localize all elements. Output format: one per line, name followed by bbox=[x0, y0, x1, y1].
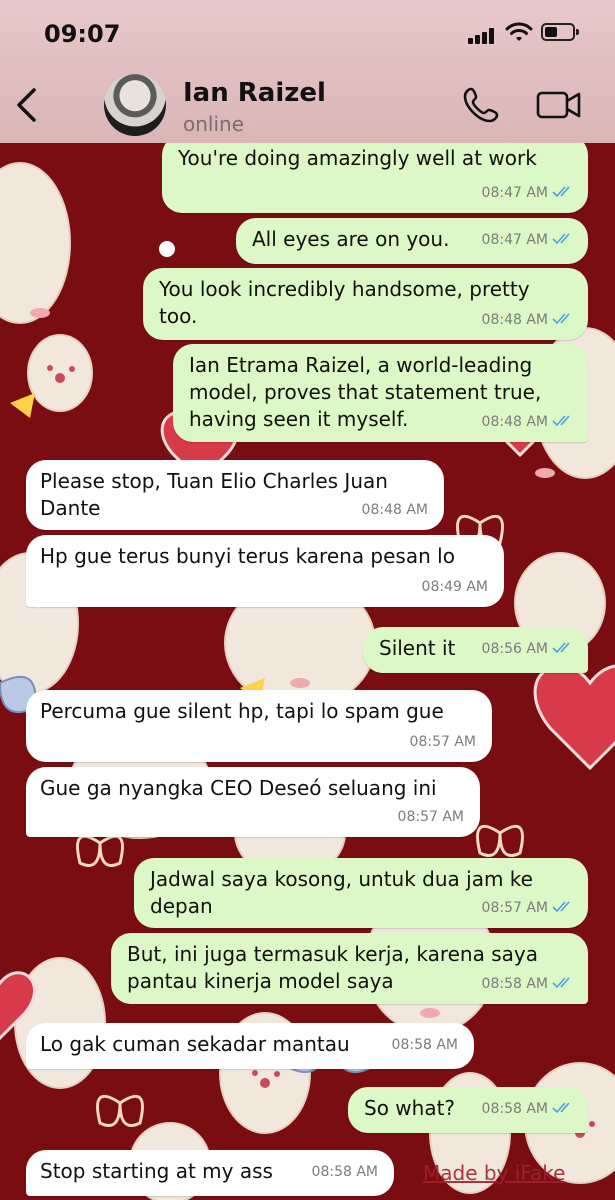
message-bubble-outgoing[interactable]: But, ini juga termasuk kerja, karena say… bbox=[111, 933, 588, 1004]
message-time: 08:49 AM bbox=[421, 579, 488, 595]
phone-icon[interactable] bbox=[462, 86, 500, 124]
message-meta: 08:48 AM bbox=[482, 307, 574, 334]
message-bubble-incoming[interactable]: Lo gak cuman sekadar mantau 08:58 AM bbox=[26, 1023, 474, 1069]
message-bubble-incoming[interactable]: Percuma gue silent hp, tapi lo spam gue … bbox=[26, 690, 492, 762]
video-camera-icon[interactable] bbox=[536, 90, 582, 120]
message-time: 08:48 AM bbox=[481, 414, 548, 430]
message-meta: 08:58 AM bbox=[482, 1096, 574, 1123]
message-text: Hp gue terus bunyi terus karena pesan lo bbox=[40, 544, 455, 568]
message-bubble-outgoing[interactable]: All eyes are on you. 08:47 AM bbox=[236, 218, 588, 264]
message-time: 08:57 AM bbox=[397, 809, 464, 825]
read-double-check-icon bbox=[552, 186, 570, 198]
message-bubble-outgoing[interactable]: You look incredibly handsome, pretty too… bbox=[143, 268, 588, 340]
back-chevron-icon[interactable] bbox=[14, 87, 44, 123]
message-time: 08:48 AM bbox=[481, 312, 548, 328]
read-double-check-icon bbox=[552, 901, 570, 913]
read-double-check-icon bbox=[552, 313, 570, 325]
message-bubble-incoming[interactable]: Stop starting at my ass 08:58 AM bbox=[26, 1150, 394, 1196]
chat-header: 09:07 Ian Raizel online bbox=[0, 0, 615, 143]
message-time: 08:57 AM bbox=[409, 734, 476, 750]
message-time: 08:58 AM bbox=[481, 976, 548, 992]
message-time: 08:56 AM bbox=[481, 641, 548, 657]
message-text: Gue ga nyangka CEO Deseó seluang ini bbox=[40, 776, 437, 800]
message-time: 08:48 AM bbox=[361, 502, 428, 518]
message-text: You're doing amazingly well at work bbox=[178, 146, 537, 170]
message-time: 08:47 AM bbox=[481, 232, 548, 248]
contact-status: online bbox=[183, 112, 245, 136]
message-meta: 08:56 AM bbox=[482, 636, 574, 663]
message-bubble-incoming[interactable]: Please stop, Tuan Elio Charles Juan Dant… bbox=[26, 460, 444, 530]
message-bubble-outgoing[interactable]: You're doing amazingly well at work 08:4… bbox=[162, 135, 588, 213]
message-time: 08:58 AM bbox=[481, 1101, 548, 1117]
wifi-icon bbox=[505, 22, 533, 41]
message-bubble-incoming[interactable]: Hp gue terus bunyi terus karena pesan lo… bbox=[26, 535, 504, 607]
read-double-check-icon bbox=[552, 977, 570, 989]
message-bubble-outgoing[interactable]: So what? 08:58 AM bbox=[348, 1087, 588, 1133]
message-meta: 08:58 AM bbox=[482, 971, 574, 998]
message-bubble-outgoing[interactable]: Ian Etrama Raizel, a world-leading model… bbox=[173, 344, 588, 442]
read-double-check-icon bbox=[552, 415, 570, 427]
read-double-check-icon bbox=[552, 1102, 570, 1114]
battery-icon bbox=[541, 23, 579, 41]
message-time: 08:58 AM bbox=[391, 1037, 458, 1053]
message-meta: 08:48 AM bbox=[482, 409, 574, 436]
read-double-check-icon bbox=[552, 233, 570, 245]
message-meta: 08:47 AM bbox=[482, 180, 574, 207]
cellular-signal-icon bbox=[468, 28, 496, 44]
message-bubble-incoming[interactable]: Gue ga nyangka CEO Deseó seluang ini 08:… bbox=[26, 767, 480, 837]
contact-avatar[interactable] bbox=[104, 74, 166, 136]
status-bar-time: 09:07 bbox=[44, 20, 121, 48]
message-meta: 08:57 AM bbox=[482, 895, 574, 922]
contact-name[interactable]: Ian Raizel bbox=[183, 78, 326, 108]
message-meta: 08:47 AM bbox=[482, 227, 574, 254]
message-bubble-outgoing[interactable]: Jadwal saya kosong, untuk dua jam ke dep… bbox=[134, 858, 588, 928]
message-time: 08:47 AM bbox=[481, 185, 548, 201]
message-text: Percuma gue silent hp, tapi lo spam gue bbox=[40, 699, 444, 723]
message-time: 08:57 AM bbox=[481, 900, 548, 916]
read-double-check-icon bbox=[552, 642, 570, 654]
chat-screen: 09:07 Ian Raizel online You're doing ama… bbox=[0, 0, 615, 1200]
watermark: Made by iFake bbox=[423, 1161, 566, 1185]
message-bubble-outgoing[interactable]: Silent it 08:56 AM bbox=[363, 627, 588, 673]
message-time: 08:58 AM bbox=[311, 1164, 378, 1180]
